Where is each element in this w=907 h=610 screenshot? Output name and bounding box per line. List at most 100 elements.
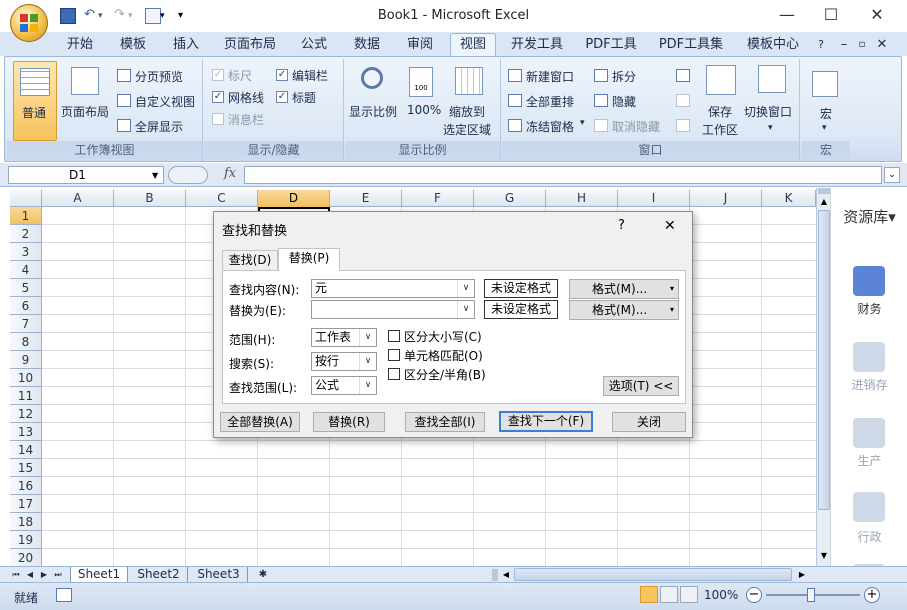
scroll-up-icon[interactable]: ▲	[818, 196, 830, 208]
sync-scroll-icon[interactable]	[676, 94, 690, 107]
side-panel-title[interactable]: 资源库▾	[831, 206, 907, 227]
close-button[interactable]: ✕	[862, 4, 892, 26]
name-box[interactable]: D1	[8, 166, 164, 184]
row-header-17[interactable]: 17	[10, 495, 42, 513]
row-header-18[interactable]: 18	[10, 513, 42, 531]
column-header-C[interactable]: C	[186, 190, 258, 207]
scroll-right-icon[interactable]: ▶	[796, 568, 808, 581]
ribbon-minimize-icon[interactable]: –	[838, 36, 850, 56]
sheet-tab-2[interactable]: Sheet2	[130, 567, 188, 583]
zoom-button[interactable]: 显示比例	[347, 61, 399, 141]
row-header-12[interactable]: 12	[10, 405, 42, 423]
redo-dropdown-icon[interactable]: ▾	[128, 8, 144, 24]
side-item-production[interactable]: 生产	[831, 452, 907, 469]
split-box[interactable]	[818, 188, 830, 194]
last-sheet-icon[interactable]: ⏭	[52, 567, 64, 583]
find-history-dropdown-icon[interactable]: ∨	[457, 280, 474, 297]
replace-format-button[interactable]: 格式(M)... ▾	[569, 300, 679, 320]
formula-collapse-icon[interactable]	[168, 166, 208, 184]
minimize-button[interactable]: —	[772, 4, 802, 26]
headings-checkbox[interactable]: ✓	[276, 91, 288, 103]
office-button[interactable]	[10, 4, 48, 42]
row-header-5[interactable]: 5	[10, 279, 42, 297]
scroll-left-icon[interactable]: ◀	[500, 568, 512, 581]
customize-dropdown-icon[interactable]: ▾	[160, 8, 176, 24]
column-header-F[interactable]: F	[402, 190, 474, 207]
row-header-14[interactable]: 14	[10, 441, 42, 459]
column-header-E[interactable]: E	[330, 190, 402, 207]
tab-data[interactable]: 数据	[347, 36, 387, 56]
view-side-by-side-icon[interactable]	[676, 69, 690, 82]
name-box-dropdown-icon[interactable]: ▼	[152, 171, 158, 180]
find-next-button[interactable]: 查找下一个(F)	[499, 411, 593, 432]
match-entire-cell-checkbox[interactable]	[388, 349, 400, 361]
find-all-button[interactable]: 查找全部(I)	[405, 412, 485, 432]
insert-sheet-icon[interactable]: ✱	[252, 567, 274, 583]
tab-pdf-toolset[interactable]: PDF工具集	[655, 36, 727, 56]
print-preview-icon[interactable]	[145, 8, 161, 24]
scroll-down-icon[interactable]: ▼	[818, 550, 830, 562]
side-item-finance[interactable]: 财务	[831, 300, 907, 317]
undo-dropdown-icon[interactable]: ▾	[98, 8, 114, 24]
tab-view[interactable]: 视图	[450, 33, 496, 57]
row-header-8[interactable]: 8	[10, 333, 42, 351]
gridlines-checkbox[interactable]: ✓	[212, 91, 224, 103]
tab-review[interactable]: 审阅	[400, 36, 440, 56]
dialog-help-button[interactable]: ?	[618, 218, 625, 233]
row-header-11[interactable]: 11	[10, 387, 42, 405]
tab-replace[interactable]: 替换(P)	[278, 248, 340, 271]
column-header-K[interactable]: K	[762, 190, 816, 207]
page-layout-view-button[interactable]: 页面布局	[59, 61, 111, 141]
dialog-close-icon[interactable]: ✕	[664, 218, 676, 234]
tab-template-center[interactable]: 模板中心	[742, 36, 804, 56]
ruler-checkbox[interactable]: ✓	[212, 69, 224, 81]
match-width-checkbox[interactable]	[388, 368, 400, 380]
zoom-100-button[interactable]: 100 100%	[403, 61, 441, 141]
switch-windows-button[interactable]: 切换窗口 ▾	[744, 61, 798, 141]
row-header-15[interactable]: 15	[10, 459, 42, 477]
new-window-button[interactable]: 新建窗口	[526, 68, 574, 85]
zoom-level[interactable]: 100%	[704, 588, 738, 602]
normal-view-status-icon[interactable]	[640, 586, 658, 603]
formula-bar-checkbox[interactable]: ✓	[276, 69, 288, 81]
look-in-select[interactable]: 公式 ∨	[311, 376, 377, 395]
row-header-4[interactable]: 4	[10, 261, 42, 279]
column-header-J[interactable]: J	[690, 190, 762, 207]
tab-templates[interactable]: 模板	[113, 36, 153, 56]
match-case-checkbox[interactable]	[388, 330, 400, 342]
insert-function-icon[interactable]: fx	[224, 166, 236, 181]
column-header-B[interactable]: B	[114, 190, 186, 207]
next-sheet-icon[interactable]: ▶	[38, 567, 50, 583]
replace-history-dropdown-icon[interactable]: ∨	[457, 301, 474, 318]
row-header-20[interactable]: 20	[10, 549, 42, 566]
macro-record-icon[interactable]	[56, 588, 72, 602]
find-format-button[interactable]: 格式(M)... ▾	[569, 279, 679, 299]
select-all-corner[interactable]	[10, 190, 42, 207]
close-dialog-button[interactable]: 关闭	[612, 412, 686, 432]
find-what-input[interactable]: 元 ∨	[311, 279, 475, 298]
tab-home[interactable]: 开始	[60, 36, 100, 56]
tab-insert[interactable]: 插入	[166, 36, 206, 56]
within-select[interactable]: 工作表 ∨	[311, 328, 377, 347]
maximize-button[interactable]: ☐	[816, 4, 846, 26]
tab-developer[interactable]: 开发工具	[505, 36, 569, 56]
split-button[interactable]: 拆分	[612, 68, 636, 85]
row-header-2[interactable]: 2	[10, 225, 42, 243]
sheet-tab-3[interactable]: Sheet3	[190, 567, 248, 583]
custom-views-button[interactable]: 自定义视图	[135, 93, 195, 110]
row-header-13[interactable]: 13	[10, 423, 42, 441]
row-header-3[interactable]: 3	[10, 243, 42, 261]
customize-qat-icon[interactable]: ▾	[178, 8, 194, 24]
vertical-scroll-thumb[interactable]	[818, 210, 830, 510]
page-break-preview-button[interactable]: 分页预览	[135, 68, 183, 85]
options-button[interactable]: 选项(T) <<	[603, 376, 679, 396]
first-sheet-icon[interactable]: ⏮	[10, 567, 22, 583]
side-item-admin[interactable]: 行政	[831, 528, 907, 545]
reset-position-icon[interactable]	[676, 119, 690, 132]
sheet-tab-1[interactable]: Sheet1	[70, 567, 128, 583]
admin-icon[interactable]	[853, 492, 885, 522]
save-icon[interactable]	[60, 8, 76, 24]
column-header-G[interactable]: G	[474, 190, 546, 207]
freeze-dropdown-icon[interactable]: ▾	[580, 118, 585, 128]
zoom-slider-thumb[interactable]	[807, 588, 815, 602]
